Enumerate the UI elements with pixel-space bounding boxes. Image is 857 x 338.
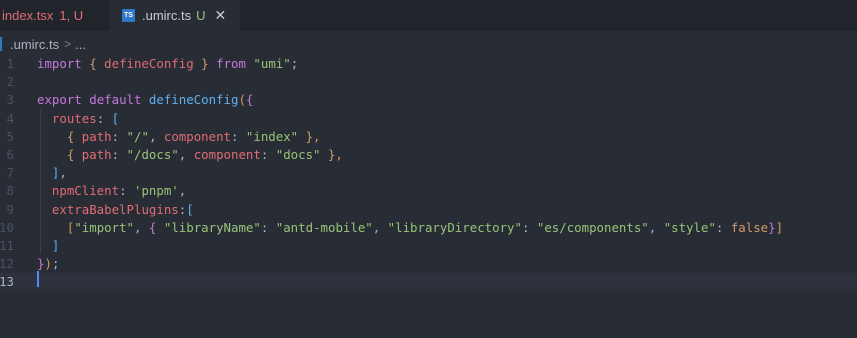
- line-number: 8: [6, 183, 14, 199]
- breadcrumb-file[interactable]: .umirc.ts: [10, 37, 59, 52]
- breadcrumb: .umirc.ts > ...: [0, 33, 86, 55]
- line-number: 12: [0, 256, 14, 272]
- tab-status: U: [196, 8, 206, 23]
- tab-index-tsx[interactable]: index.tsx 1, U: [0, 0, 110, 31]
- code-text: { path: "/docs", component: "docs" },: [66, 146, 343, 162]
- code-line-10: 10 ["import", { "libraryName": "antd-mob…: [0, 219, 857, 237]
- code-line-13: 13: [0, 273, 857, 292]
- line-number: 1: [6, 56, 14, 71]
- line-number: 3: [6, 92, 14, 108]
- line-number: 13: [0, 274, 14, 290]
- typescript-file-icon: TS: [122, 9, 135, 22]
- tab-bar: index.tsx 1, U TS .umirc.ts U ✕: [0, 0, 857, 31]
- code-text: ],: [51, 165, 67, 181]
- line-number: 10: [0, 219, 14, 235]
- code-line-7: 7 ],: [0, 164, 857, 182]
- line-number: 2: [6, 74, 14, 90]
- chevron-right-icon: >: [64, 37, 72, 51]
- tab-status: 1, U: [59, 8, 84, 23]
- breadcrumb-more[interactable]: ...: [75, 37, 86, 52]
- line-number: 5: [6, 128, 14, 144]
- code-line-11: 11 ]: [0, 237, 857, 255]
- code-text: npmClient: 'pnpm',: [51, 183, 187, 199]
- line-number: 6: [6, 146, 14, 162]
- line-number: 9: [6, 201, 14, 217]
- code-text: { path: "/", component: "index" },: [66, 128, 321, 144]
- code-text: export default defineConfig({: [37, 92, 254, 108]
- code-text: routes: [: [51, 110, 120, 126]
- code-line-8: 8 npmClient: 'pnpm',: [0, 182, 857, 200]
- code-editor[interactable]: 1 import { defineConfig } from "umi"; 2 3…: [0, 55, 857, 292]
- close-icon[interactable]: ✕: [215, 7, 227, 24]
- code-line-6: 6 { path: "/docs", component: "docs" },: [0, 146, 857, 164]
- code-text: extraBabelPlugins:[: [51, 201, 194, 217]
- line-number: 7: [6, 165, 14, 181]
- tab-umirc-ts[interactable]: TS .umirc.ts U ✕: [110, 0, 240, 31]
- code-line-3: 3 export default defineConfig({: [0, 91, 857, 109]
- tab-label: .umirc.ts: [142, 8, 192, 23]
- code-line-2: 2: [0, 73, 857, 91]
- code-line-4: 4 routes: [: [0, 110, 857, 128]
- code-text: });: [37, 256, 60, 272]
- code-line-1: 1 import { defineConfig } from "umi";: [0, 55, 857, 73]
- line-number: 4: [6, 110, 14, 126]
- line-number: 11: [0, 237, 14, 253]
- tab-label: index.tsx: [2, 8, 54, 23]
- code-line-12: 12});: [0, 255, 857, 273]
- code-text: import { defineConfig } from "umi";: [37, 56, 299, 71]
- code-text: ]: [51, 237, 60, 253]
- breadcrumb-accent: [0, 37, 2, 51]
- code-line-5: 5 { path: "/", component: "index" },: [0, 128, 857, 146]
- code-text: ["import", { "libraryName": "antd-mobile…: [66, 219, 784, 235]
- text-cursor: [37, 271, 39, 287]
- code-line-9: 9 extraBabelPlugins:[: [0, 201, 857, 219]
